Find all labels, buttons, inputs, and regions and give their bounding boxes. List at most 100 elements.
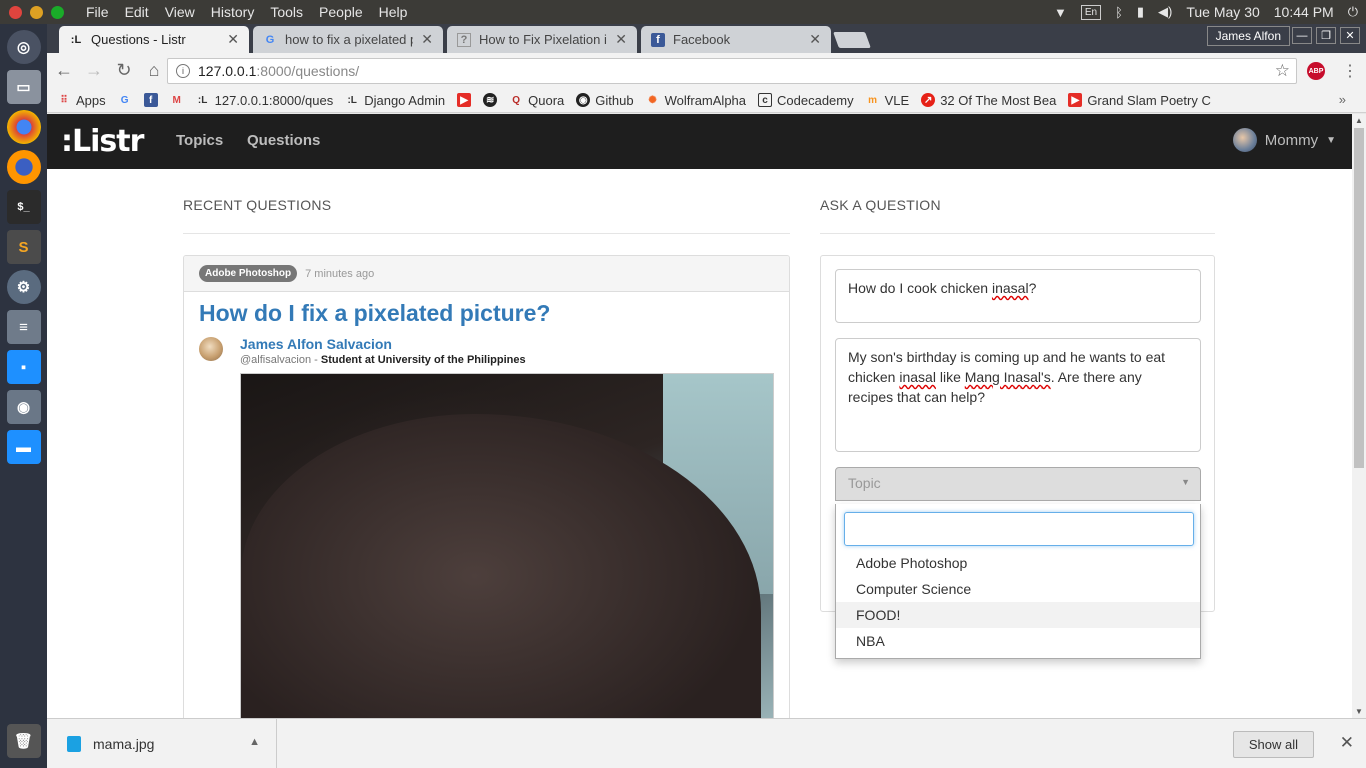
forward-icon[interactable]: → <box>81 58 107 84</box>
menu-view[interactable]: View <box>165 4 195 20</box>
adblock-plus-icon[interactable]: ABP <box>1307 62 1325 80</box>
sublime-text-icon[interactable]: S <box>6 230 41 264</box>
page-scrollbar[interactable]: ▲ ▼ <box>1352 114 1366 718</box>
wifi-icon[interactable]: ▼ <box>1054 5 1067 20</box>
tab-google-search[interactable]: G how to fix a pixelated pi ✕ <box>253 26 443 53</box>
trash-icon[interactable]: 🗑 <box>6 724 41 758</box>
bookmark-local-questions[interactable]: :L 127.0.0.1:8000/ques <box>196 93 333 108</box>
topic-dropdown: Adobe Photoshop Computer Science FOOD! N… <box>835 504 1201 659</box>
topic-option-computer-science[interactable]: Computer Science <box>836 576 1200 602</box>
power-icon[interactable]: ⏻ <box>1348 4 1358 20</box>
bookmark-codecademy[interactable]: c Codecademy <box>758 93 854 108</box>
facebook-icon: f <box>651 32 665 47</box>
bookmark-youtube[interactable]: ▶ <box>457 93 472 107</box>
new-tab-button[interactable] <box>833 32 871 48</box>
dash-icon[interactable]: ◎ <box>6 30 41 64</box>
window-controls[interactable] <box>0 5 86 19</box>
tab-how-to-fix[interactable]: ? How to Fix Pixelation in ✕ <box>447 26 637 53</box>
browser-window-controls: — ❐ ✕ <box>1292 27 1360 44</box>
minimize-icon[interactable]: — <box>1292 27 1312 44</box>
system-monitor-icon[interactable]: ≡ <box>6 310 41 344</box>
volume-icon[interactable]: ◀) <box>1158 4 1172 20</box>
site-info-icon[interactable]: i <box>176 64 190 78</box>
bookmark-grand-slam-poetry[interactable]: ▶ Grand Slam Poetry C <box>1068 93 1211 108</box>
close-tab-icon[interactable]: ✕ <box>421 31 433 48</box>
address-bar[interactable]: i 127.0.0.1:8000/questions/ ☆ <box>167 58 1297 84</box>
chevron-up-icon[interactable]: ▲ <box>249 736 260 748</box>
menu-file[interactable]: File <box>86 4 109 20</box>
date-label[interactable]: Tue May 30 <box>1186 4 1259 20</box>
user-name: Mommy <box>1264 131 1319 149</box>
tab-questions-listr[interactable]: :L Questions - Listr ✕ <box>59 26 249 53</box>
menu-edit[interactable]: Edit <box>125 4 149 20</box>
download-item[interactable]: mama.jpg ▲ <box>57 719 277 768</box>
show-all-button[interactable]: Show all <box>1232 731 1314 758</box>
close-icon[interactable]: ✕ <box>1340 27 1360 44</box>
user-menu[interactable]: Mommy ▼ <box>1232 128 1336 152</box>
bookmark-google[interactable]: G <box>118 93 132 107</box>
bookmark-vle[interactable]: m VLE <box>866 93 909 108</box>
home-icon[interactable]: ⌂ <box>141 58 167 84</box>
bookmark-wolframalpha[interactable]: ✺ WolframAlpha <box>646 93 746 108</box>
maximize-window-icon[interactable] <box>51 5 64 19</box>
battery-icon[interactable]: ▮ <box>1137 4 1144 20</box>
browser-menu-icon[interactable]: ⋮ <box>1342 61 1358 81</box>
bookmark-apps[interactable]: ⠿ Apps <box>57 93 105 108</box>
nav-topics[interactable]: Topics <box>176 132 223 149</box>
close-tab-icon[interactable]: ✕ <box>809 31 821 48</box>
close-tab-icon[interactable]: ✕ <box>227 31 239 48</box>
question-icon: ? <box>457 32 471 47</box>
window-app-icon[interactable]: ▪ <box>6 350 41 384</box>
scroll-down-icon[interactable]: ▼ <box>1355 707 1363 716</box>
chrome-icon[interactable] <box>6 110 41 144</box>
topic-option-adobe-photoshop[interactable]: Adobe Photoshop <box>836 550 1200 576</box>
bookmark-gmail[interactable]: M <box>170 93 184 107</box>
minimize-window-icon[interactable] <box>30 5 43 19</box>
files-icon[interactable]: ▭ <box>6 70 41 104</box>
question-title-input[interactable]: How do I cook chicken inasal? <box>835 269 1201 323</box>
topic-option-food[interactable]: FOOD! <box>836 602 1200 628</box>
listr-logo[interactable]: :Listr <box>61 124 144 159</box>
menu-help[interactable]: Help <box>379 4 408 20</box>
menu-tools[interactable]: Tools <box>270 4 303 20</box>
terminal-icon[interactable]: $_ <box>6 190 41 224</box>
back-icon[interactable]: ← <box>51 58 77 84</box>
firefox-icon[interactable] <box>6 150 41 184</box>
profile-button[interactable]: James Alfon <box>1206 26 1290 46</box>
close-window-icon[interactable] <box>9 5 22 19</box>
bookmark-star-icon[interactable]: ☆ <box>1275 61 1290 81</box>
topic-select[interactable]: Topic ▼ <box>835 467 1201 501</box>
bookmark-quora[interactable]: Q Quora <box>509 93 564 108</box>
question-body-textarea[interactable]: My son's birthday is coming up and he wa… <box>835 338 1201 452</box>
scroll-up-icon[interactable]: ▲ <box>1355 116 1363 125</box>
folder-app-icon[interactable]: ▬ <box>6 430 41 464</box>
close-icon[interactable]: ✕ <box>1340 733 1354 753</box>
menu-history[interactable]: History <box>211 4 255 20</box>
clock-label[interactable]: 10:44 PM <box>1274 4 1334 20</box>
nav-questions[interactable]: Questions <box>247 132 320 149</box>
menu-people[interactable]: People <box>319 4 363 20</box>
author-name[interactable]: James Alfon Salvacion <box>240 336 392 352</box>
bookmark-stack[interactable]: ≋ <box>483 93 498 107</box>
tab-facebook[interactable]: f Facebook ✕ <box>641 26 831 53</box>
scrollbar-thumb[interactable] <box>1354 128 1364 468</box>
more-bookmarks-icon[interactable]: » <box>1339 92 1346 107</box>
reload-icon[interactable]: ↻ <box>111 58 137 84</box>
bluetooth-icon[interactable]: ᛒ <box>1115 5 1123 20</box>
disk-icon[interactable]: ◉ <box>6 390 41 424</box>
bookmark-github[interactable]: ◉ Github <box>576 93 634 108</box>
keyboard-layout-indicator[interactable]: En <box>1080 4 1102 20</box>
close-tab-icon[interactable]: ✕ <box>615 31 627 48</box>
restore-icon[interactable]: ❐ <box>1316 27 1336 44</box>
question-title[interactable]: How do I fix a pixelated picture? <box>199 300 550 327</box>
app-menu: File Edit View History Tools People Help <box>86 4 407 20</box>
bookmark-facebook[interactable]: f <box>143 93 158 107</box>
bookmark-32-of-the-most[interactable]: ↗ 32 Of The Most Bea <box>921 93 1056 108</box>
topic-option-nba[interactable]: NBA <box>836 628 1200 654</box>
bookmark-django-admin[interactable]: :L Django Admin <box>345 93 445 108</box>
caret-down-icon: ▼ <box>1326 134 1336 146</box>
topic-badge[interactable]: Adobe Photoshop <box>199 265 298 282</box>
topic-search-input[interactable] <box>844 512 1194 546</box>
settings-icon[interactable]: ⚙ <box>6 270 41 304</box>
avatar <box>1232 128 1257 152</box>
